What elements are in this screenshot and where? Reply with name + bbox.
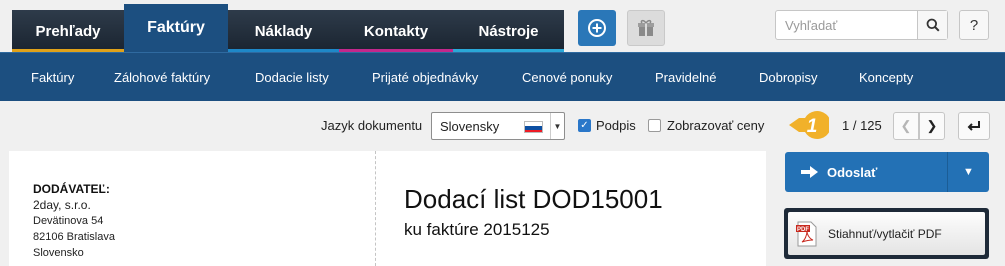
tab-label: Náklady	[254, 22, 313, 40]
tab-label: Nástroje	[478, 22, 539, 40]
subnav-item-koncepty[interactable]: Koncepty	[859, 53, 913, 102]
subnav-item-pravidelne[interactable]: Pravidelné	[655, 53, 716, 102]
help-button[interactable]: ?	[959, 10, 989, 40]
tab-prehlady[interactable]: Prehľady	[12, 10, 124, 52]
language-value: Slovensky	[440, 119, 500, 134]
supplier-heading: DODÁVATEĽ:	[33, 182, 110, 196]
send-label: Odoslať	[827, 164, 878, 180]
chevron-left-icon: ❮	[900, 118, 912, 133]
tab-label: Faktúry	[147, 19, 205, 36]
supplier-address-line: Slovensko	[33, 247, 84, 259]
chevron-right-icon: ❯	[926, 118, 938, 133]
supplier-address-line: 82106 Bratislava	[33, 231, 115, 243]
tab-label: Kontakty	[363, 22, 429, 40]
subnav-item-prijate-objednavky[interactable]: Prijaté objednávky	[372, 53, 478, 102]
show-prices-checkbox[interactable]	[648, 119, 661, 132]
top-navigation: Prehľady Faktúry Náklady Kontakty Nástro…	[0, 0, 1005, 52]
tab-faktury[interactable]: Faktúry	[124, 4, 228, 52]
pager-text: 1 / 125	[842, 118, 882, 133]
subnav-item-dodacie-listy[interactable]: Dodacie listy	[255, 53, 329, 102]
slovak-flag-icon	[524, 121, 543, 133]
signature-label: Podpis	[596, 118, 636, 133]
step-badge: 1	[787, 104, 832, 146]
send-options-button[interactable]: ▼	[947, 152, 989, 192]
tab-nastroje[interactable]: Nástroje	[453, 10, 564, 52]
document-subtitle: ku faktúre 2015125	[404, 220, 550, 239]
document-title: Dodací list DOD15001	[404, 184, 663, 214]
plus-circle-icon	[588, 19, 606, 37]
gift-button[interactable]	[627, 10, 665, 46]
language-select[interactable]: Slovensky ▼	[431, 112, 565, 140]
download-pdf-button[interactable]: PDF Stiahnuť/vytlačiť PDF	[788, 212, 985, 255]
return-button[interactable]	[958, 112, 990, 140]
help-label: ?	[969, 16, 979, 34]
search-box	[775, 10, 948, 40]
pdf-label: Stiahnuť/vytlačiť PDF	[828, 226, 942, 241]
show-prices-label: Zobrazovať ceny	[667, 118, 765, 133]
subnav-item-dobropisy[interactable]: Dobropisy	[759, 53, 818, 102]
subnav-item-zalohove-faktury[interactable]: Zálohové faktúry	[114, 53, 210, 102]
add-new-button[interactable]	[578, 10, 616, 46]
tab-kontakty[interactable]: Kontakty	[339, 10, 453, 52]
search-button[interactable]	[917, 11, 947, 39]
supplier-address-line: Devätinova 54	[33, 215, 104, 227]
sub-navigation: Faktúry Zálohové faktúry Dodacie listy P…	[0, 52, 1005, 101]
gift-icon	[638, 19, 654, 36]
supplier-name: 2day, s.r.o.	[33, 198, 91, 212]
pdf-button-frame: PDF Stiahnuť/vytlačiť PDF	[784, 208, 989, 259]
badge-number: 1	[807, 116, 818, 137]
subnav-item-faktury[interactable]: Faktúry	[31, 53, 74, 102]
column-divider	[375, 151, 376, 266]
pdf-file-icon: PDF	[796, 221, 817, 246]
chevron-down-icon: ▼	[550, 113, 564, 139]
return-arrow-icon	[967, 121, 980, 131]
search-input[interactable]	[776, 11, 916, 39]
subnav-item-cenove-ponuky[interactable]: Cenové ponuky	[522, 53, 612, 102]
send-button[interactable]: Odoslať	[785, 152, 946, 192]
search-icon	[926, 18, 940, 32]
tab-label: Prehľady	[35, 22, 101, 40]
caret-down-icon: ▼	[963, 166, 974, 178]
document-preview: DODÁVATEĽ: 2day, s.r.o. Devätinova 54 82…	[9, 151, 766, 266]
tab-naklady[interactable]: Náklady	[228, 10, 339, 52]
send-button-group: Odoslať ▼	[785, 152, 989, 192]
next-button[interactable]: ❯	[919, 112, 945, 140]
badge-shape-icon: 1	[789, 111, 832, 139]
arrow-right-icon	[801, 166, 818, 178]
prev-button[interactable]: ❮	[893, 112, 919, 140]
language-label: Jazyk dokumentu	[321, 118, 423, 133]
signature-checkbox[interactable]: ✓	[578, 119, 591, 132]
